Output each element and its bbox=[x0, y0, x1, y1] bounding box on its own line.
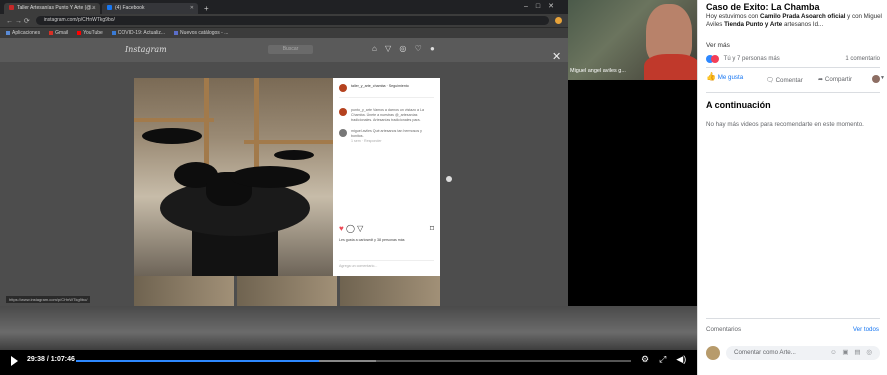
related-thumbnails bbox=[134, 276, 440, 306]
comment-button[interactable]: 🗨 Comentar bbox=[766, 76, 803, 84]
no-more-videos-message: No hay más videos para recomendarte en e… bbox=[706, 121, 864, 128]
video-title: Caso de Exito: La Chamba bbox=[706, 2, 820, 12]
settings-gear-icon[interactable]: ⚙ bbox=[641, 354, 649, 364]
comments-count[interactable]: 1 comentario bbox=[845, 56, 880, 62]
post-photo-black-pottery bbox=[134, 78, 333, 276]
chevron-down-icon[interactable]: ▼ bbox=[880, 75, 885, 81]
share-icon: ▽ bbox=[357, 224, 364, 233]
video-description: Hoy estuvimos con Camilo Prada Asoarch o… bbox=[706, 13, 882, 28]
emoji-gif-sticker-icons[interactable]: ☺ ▣ ▤ ◎ bbox=[830, 346, 874, 360]
instagram-favicon-icon bbox=[9, 5, 14, 11]
video-details-panel: Caso de Exito: La Chamba Hoy estuvimos c… bbox=[697, 0, 887, 375]
tagged-page-link[interactable]: Camilo Prada Asoarch oficial bbox=[760, 13, 845, 20]
bookmark-icon: ⌑ bbox=[429, 224, 434, 233]
seek-bar[interactable] bbox=[76, 360, 631, 362]
bookmark-item: Aplicaciones bbox=[6, 30, 40, 36]
facebook-video-viewer: Taller Artesanías Punto Y Arte (@... ✕ (4… bbox=[0, 0, 887, 375]
heart-icon: ♥ bbox=[339, 224, 344, 233]
instagram-header: Instagram Buscar ⌂ ▽ ◎ ♡ ● bbox=[0, 38, 568, 62]
see-all-comments-link[interactable]: Ver todos bbox=[853, 326, 879, 333]
comment-composer: Comentar como Arte... ☺ ▣ ▤ ◎ bbox=[706, 345, 880, 361]
close-tab-icon: ✕ bbox=[189, 5, 194, 11]
speech-bubble-icon: 🗨 bbox=[766, 77, 774, 84]
volume-icon[interactable]: ◀) bbox=[676, 354, 686, 364]
avatar bbox=[339, 84, 347, 92]
close-tab-icon: ✕ bbox=[91, 5, 96, 11]
play-icon[interactable] bbox=[11, 356, 18, 366]
fullscreen-icon[interactable]: ⤢ bbox=[659, 354, 666, 364]
comment-icon: ◯ bbox=[345, 224, 355, 233]
avatar bbox=[339, 129, 347, 137]
new-tab-icon: + bbox=[204, 4, 209, 13]
love-reaction-icon bbox=[711, 55, 719, 63]
facebook-favicon-icon bbox=[107, 5, 112, 11]
player-controls: 29:38 / 1:07:46 ⚙ ⤢ ◀) bbox=[0, 350, 697, 375]
blurred-video-region bbox=[0, 306, 697, 350]
instagram-search: Buscar bbox=[268, 45, 313, 54]
close-icon: ✕ bbox=[552, 51, 562, 63]
browser-tab-instagram: Taller Artesanías Punto Y Arte (@... ✕ bbox=[4, 3, 100, 14]
comment-input[interactable]: Comentar como Arte... ☺ ▣ ▤ ◎ bbox=[726, 346, 880, 360]
thumbs-up-icon: 👍 bbox=[706, 72, 716, 81]
avatar bbox=[706, 346, 720, 360]
avatar bbox=[339, 108, 347, 116]
post-actions: ♥ ◯ ▽ bbox=[339, 224, 363, 233]
shared-browser-window: Taller Artesanías Punto Y Arte (@... ✕ (4… bbox=[0, 0, 568, 306]
progress-fill bbox=[76, 360, 319, 362]
browser-tab-facebook: (4) Facebook ✕ bbox=[102, 3, 198, 14]
browser-url-bar: instagram.com/p/CHnWTkg9bo/ bbox=[35, 16, 549, 25]
comments-heading: Comentarios bbox=[706, 326, 742, 333]
instagram-nav-icons: ⌂ ▽ ◎ ♡ ● bbox=[372, 44, 438, 53]
instagram-logo: Instagram bbox=[125, 45, 167, 54]
post-action-bar: 👍 Me gusta 🗨 Comentar ➦ Compartir ▼ bbox=[706, 70, 885, 90]
share-button[interactable]: ➦ Compartir bbox=[818, 76, 852, 83]
see-more-link[interactable]: Ver más bbox=[706, 42, 730, 49]
webcam-participant-name: Miguel angel aviles g... bbox=[570, 68, 626, 74]
bookmarks-bar: Aplicaciones Gmail YouTube COVID-19: Act… bbox=[0, 27, 568, 38]
webcam-overlay: Miguel angel aviles g... bbox=[568, 0, 697, 80]
time-display: 29:38 / 1:07:46 bbox=[27, 356, 75, 363]
bookmark-item: COVID-19: Actualiz... bbox=[111, 30, 165, 36]
up-next-heading: A continuación bbox=[706, 100, 771, 110]
avatar[interactable] bbox=[872, 75, 880, 83]
post-sidebar: taller_y_arte_chamba · Seguimiento punto… bbox=[339, 84, 434, 268]
browser-tab-strip: Taller Artesanías Punto Y Arte (@... ✕ (4… bbox=[0, 0, 568, 14]
next-post-icon bbox=[446, 176, 452, 182]
back-forward-reload-icon: ← → ⟳ bbox=[6, 17, 30, 25]
window-controls-icon: –□✕ bbox=[524, 3, 562, 10]
bookmark-item: YouTube bbox=[77, 30, 103, 36]
bookmark-item: Gmail bbox=[49, 30, 68, 36]
share-arrow-icon: ➦ bbox=[818, 76, 824, 83]
browser-omnibox: ← → ⟳ instagram.com/p/CHnWTkg9bo/ bbox=[0, 14, 568, 27]
like-button[interactable]: 👍 Me gusta bbox=[706, 72, 743, 81]
reactions-summary[interactable]: Tú y 7 personas más 1 comentario bbox=[706, 55, 880, 63]
instagram-post: taller_y_arte_chamba · Seguimiento punto… bbox=[134, 78, 440, 276]
extension-icon bbox=[555, 17, 562, 24]
bookmark-item: Nuevos catálogos - ... bbox=[174, 30, 228, 36]
tagged-page-link[interactable]: Tienda Punto y Arte bbox=[724, 21, 782, 28]
video-player[interactable]: Taller Artesanías Punto Y Arte (@... ✕ (4… bbox=[0, 0, 697, 375]
